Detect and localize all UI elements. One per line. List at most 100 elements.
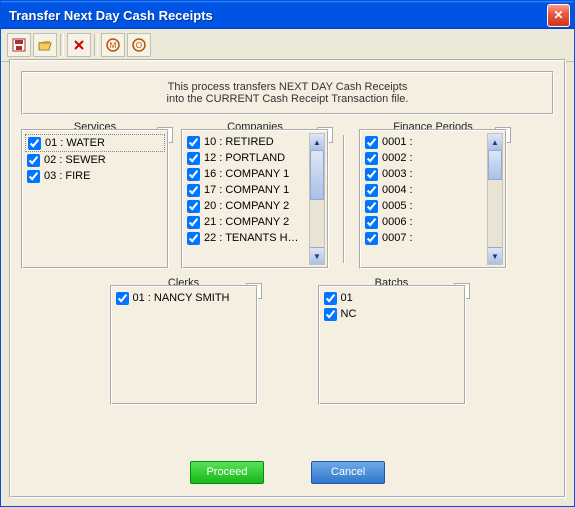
item-label: 01 : NANCY SMITH xyxy=(133,292,230,304)
item-label: 0003 : xyxy=(382,168,413,180)
item-label: 0007 : xyxy=(382,232,413,244)
close-icon: ✕ xyxy=(553,9,563,21)
title-bar: Transfer Next Day Cash Receipts ✕ xyxy=(1,1,574,29)
clerks-panel: Clerks 01 : NANCY SMITH xyxy=(110,285,258,405)
batches-list[interactable]: 01 NC xyxy=(318,285,466,405)
item-checkbox[interactable] xyxy=(116,292,129,305)
services-list[interactable]: 01 : WATER 02 : SEWER 03 : FIRE xyxy=(21,129,169,269)
toolbar-separator xyxy=(94,34,98,56)
top-panels-row: Services 01 : WATER 02 : SEWER 03 : FIRE… xyxy=(21,129,554,269)
item-checkbox[interactable] xyxy=(187,216,200,229)
scroll-down-icon[interactable]: ▼ xyxy=(488,247,502,264)
svg-text:O: O xyxy=(136,41,142,50)
item-label: 0006 : xyxy=(382,216,413,228)
item-label: 17 : COMPANY 1 xyxy=(204,184,289,196)
item-checkbox[interactable] xyxy=(365,184,378,197)
proceed-button[interactable]: Proceed xyxy=(190,461,264,484)
item-checkbox[interactable] xyxy=(28,137,41,150)
item-checkbox[interactable] xyxy=(187,136,200,149)
circle-o-icon: O xyxy=(132,38,146,52)
list-item[interactable]: 0002 : xyxy=(363,150,487,166)
svg-text:M: M xyxy=(110,41,117,50)
companies-scrollbar[interactable]: ▲ ▼ xyxy=(309,133,325,265)
companies-panel: Companies 10 : RETIRED 12 : PORTLAND 16 … xyxy=(181,129,329,269)
item-checkbox[interactable] xyxy=(27,154,40,167)
toolbar-separator xyxy=(60,34,64,56)
item-checkbox[interactable] xyxy=(27,170,40,183)
item-label: 10 : RETIRED xyxy=(204,136,274,148)
list-item[interactable]: 17 : COMPANY 1 xyxy=(185,182,309,198)
finance-periods-scrollbar[interactable]: ▲ ▼ xyxy=(487,133,503,265)
scroll-thumb[interactable] xyxy=(310,150,324,200)
list-item[interactable]: 22 : TENANTS H… xyxy=(185,230,309,246)
companies-list[interactable]: 10 : RETIRED 12 : PORTLAND 16 : COMPANY … xyxy=(181,129,329,269)
vertical-separator xyxy=(343,135,345,263)
window-title: Transfer Next Day Cash Receipts xyxy=(9,8,547,23)
close-button[interactable]: ✕ xyxy=(547,4,570,27)
clerks-list[interactable]: 01 : NANCY SMITH xyxy=(110,285,258,405)
description-banner: This process transfers NEXT DAY Cash Rec… xyxy=(21,71,554,115)
open-folder-icon xyxy=(38,38,52,52)
item-checkbox[interactable] xyxy=(365,152,378,165)
batches-panel: Batchs 01 NC xyxy=(318,285,466,405)
item-checkbox[interactable] xyxy=(365,200,378,213)
item-label: 16 : COMPANY 1 xyxy=(204,168,289,180)
list-item[interactable]: 0007 : xyxy=(363,230,487,246)
item-label: 21 : COMPANY 2 xyxy=(204,216,289,228)
list-item[interactable]: 0006 : xyxy=(363,214,487,230)
item-checkbox[interactable] xyxy=(365,232,378,245)
item-label: 12 : PORTLAND xyxy=(204,152,285,164)
item-checkbox[interactable] xyxy=(365,216,378,229)
toolbar-save-button[interactable] xyxy=(7,33,31,57)
item-label: 01 : WATER xyxy=(45,137,105,149)
scroll-thumb[interactable] xyxy=(488,150,502,180)
save-icon xyxy=(12,38,26,52)
item-checkbox[interactable] xyxy=(187,168,200,181)
item-checkbox[interactable] xyxy=(187,184,200,197)
bottom-panels-row: Clerks 01 : NANCY SMITH Batchs 01 NC xyxy=(21,285,554,405)
list-item[interactable]: 0001 : xyxy=(363,134,487,150)
banner-line1: This process transfers NEXT DAY Cash Rec… xyxy=(31,81,544,93)
list-item[interactable]: 03 : FIRE xyxy=(25,168,165,184)
toolbar-action-o-button[interactable]: O xyxy=(127,33,151,57)
item-label: 01 xyxy=(341,292,353,304)
toolbar: M O xyxy=(1,29,574,62)
list-item[interactable]: 02 : SEWER xyxy=(25,152,165,168)
scroll-down-icon[interactable]: ▼ xyxy=(310,247,324,264)
toolbar-delete-button[interactable] xyxy=(67,33,91,57)
list-item[interactable]: 10 : RETIRED xyxy=(185,134,309,150)
list-item[interactable]: 21 : COMPANY 2 xyxy=(185,214,309,230)
services-panel: Services 01 : WATER 02 : SEWER 03 : FIRE xyxy=(21,129,169,269)
item-checkbox[interactable] xyxy=(187,152,200,165)
list-item[interactable]: 01 : NANCY SMITH xyxy=(114,290,254,306)
list-item[interactable]: 20 : COMPANY 2 xyxy=(185,198,309,214)
item-checkbox[interactable] xyxy=(324,308,337,321)
item-checkbox[interactable] xyxy=(365,168,378,181)
button-row: Proceed Cancel xyxy=(11,461,564,484)
scroll-up-icon[interactable]: ▲ xyxy=(310,134,324,151)
toolbar-open-button[interactable] xyxy=(33,33,57,57)
circle-m-icon: M xyxy=(106,38,120,52)
content-area: This process transfers NEXT DAY Cash Rec… xyxy=(9,59,566,498)
list-item[interactable]: 12 : PORTLAND xyxy=(185,150,309,166)
item-label: 0001 : xyxy=(382,136,413,148)
list-item[interactable]: 01 xyxy=(322,290,462,306)
list-item[interactable]: NC xyxy=(322,306,462,322)
item-checkbox[interactable] xyxy=(324,292,337,305)
item-label: 0005 : xyxy=(382,200,413,212)
list-item[interactable]: 0005 : xyxy=(363,198,487,214)
list-item[interactable]: 0004 : xyxy=(363,182,487,198)
item-label: 0004 : xyxy=(382,184,413,196)
item-checkbox[interactable] xyxy=(365,136,378,149)
item-label: NC xyxy=(341,308,357,320)
list-item[interactable]: 16 : COMPANY 1 xyxy=(185,166,309,182)
list-item[interactable]: 01 : WATER xyxy=(25,134,165,152)
item-checkbox[interactable] xyxy=(187,200,200,213)
item-label: 02 : SEWER xyxy=(44,154,106,166)
finance-periods-list[interactable]: 0001 : 0002 : 0003 : 0004 : 0005 : 0006 … xyxy=(359,129,507,269)
cancel-button[interactable]: Cancel xyxy=(311,461,385,484)
list-item[interactable]: 0003 : xyxy=(363,166,487,182)
item-checkbox[interactable] xyxy=(187,232,200,245)
toolbar-action-m-button[interactable]: M xyxy=(101,33,125,57)
scroll-up-icon[interactable]: ▲ xyxy=(488,134,502,151)
